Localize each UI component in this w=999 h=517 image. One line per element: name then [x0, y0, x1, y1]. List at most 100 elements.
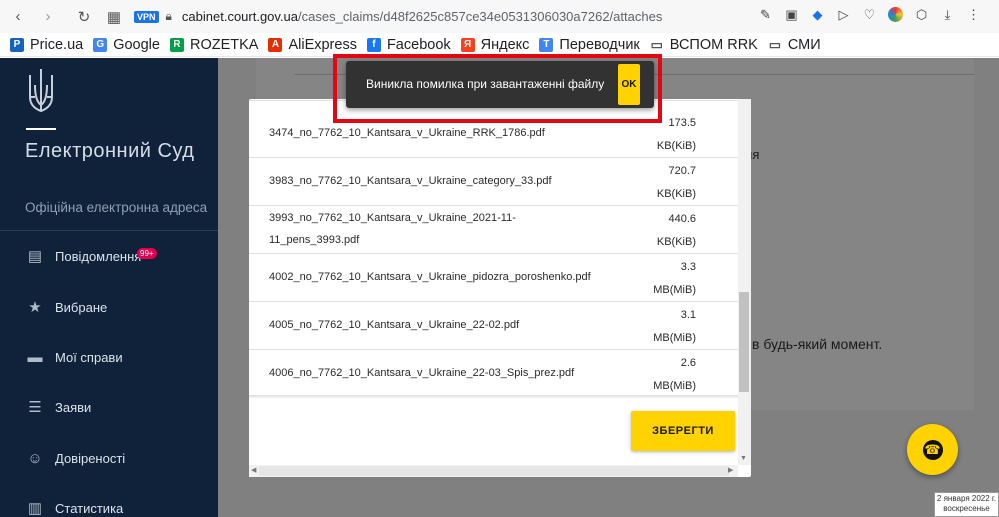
court-subtitle: Офіційна електронна адреса [25, 200, 208, 215]
camera-icon[interactable]: ▣ [784, 7, 799, 22]
list-item[interactable]: 4005_no_7762_10_Kantsara_v_Ukraine_22-02… [249, 302, 738, 350]
sidebar-item-label: Довіреності [55, 450, 126, 466]
bookmark-item[interactable]: P Price.ua [10, 37, 83, 53]
sidebar-item-label: Статистика [55, 500, 124, 516]
facebook-icon: f [366, 37, 381, 52]
bookmark-label: Google [113, 36, 160, 53]
file-name: 4006_no_7762_10_Kantsara_v_Ukraine_22-03… [269, 367, 575, 379]
bookmark-label: Переводчик [559, 36, 640, 53]
file-size: 3.3 MB(MiB) [653, 261, 696, 296]
bookmark-item[interactable]: A AliExpress [268, 37, 357, 53]
scroll-right-icon[interactable]: ▶ [728, 466, 733, 474]
sidebar-divider [0, 230, 218, 231]
sidebar-item-statistics[interactable]: ▥ Статистика [26, 497, 123, 517]
vpn-badge[interactable]: VPN [134, 10, 159, 23]
trident-logo-icon [29, 69, 53, 113]
menu-icon[interactable]: ⋮ [966, 7, 981, 22]
file-name: 4002_no_7762_10_Kantsara_v_Ukraine_pidoz… [269, 271, 591, 283]
bookmark-item[interactable]: T Переводчик [539, 36, 640, 53]
bookmark-label: СМИ [787, 36, 821, 53]
file-name: 3474_no_7762_10_Kantsara_v_Ukraine_RRK_1… [269, 127, 545, 139]
list-divider [249, 395, 738, 399]
download-icon[interactable]: ⤓ [940, 7, 955, 22]
url-path: /cases_claims/d48f2625c857ce34e053130603… [298, 9, 663, 24]
bookmark-label: Яндекс [480, 36, 530, 53]
shield-icon[interactable]: ◆ [810, 7, 825, 22]
list-item[interactable]: 4002_no_7762_10_Kantsara_v_Ukraine_pidoz… [249, 254, 738, 302]
address-bar[interactable]: cabinet.court.gov.ua/cases_claims/d48f26… [182, 9, 662, 24]
url-host: cabinet.court.gov.ua [181, 9, 299, 24]
bookmark-item[interactable]: R ROZETKA [169, 36, 259, 53]
toast-ok-button[interactable]: OK [618, 64, 640, 105]
heart-icon[interactable]: ♡ [862, 7, 877, 22]
bookmark-label: ROZETKA [189, 36, 259, 53]
lock-icon[interactable]: 🔒︎ [166, 9, 172, 24]
back-arrow-icon[interactable]: ‹ [6, 5, 30, 29]
sidebar-item-label: Мої справи [55, 349, 123, 365]
message-icon: ▤ [27, 248, 43, 265]
reload-icon[interactable]: ↻ [72, 5, 96, 29]
list-item[interactable]: 4006_no_7762_10_Kantsara_v_Ukraine_22-03… [249, 350, 738, 396]
weekday-line: воскресенье [943, 504, 990, 513]
bookmark-label: Price.ua [30, 36, 84, 53]
horizontal-scrollbar[interactable]: ◀ ▶ [249, 465, 738, 477]
date-line: 2 января 2022 г. [936, 494, 997, 503]
cube-icon[interactable]: ⬡ [914, 7, 929, 22]
rozetka-icon: R [169, 37, 184, 52]
list-item[interactable]: 3993_no_7762_10_Kantsara_v_Ukraine_2021-… [249, 206, 738, 254]
sidebar-item-my-cases[interactable]: ▬ Мої справи [26, 346, 123, 368]
scrollbar-thumb[interactable] [739, 292, 749, 392]
sidebar-item-favorites[interactable]: ★ Вибране [26, 296, 107, 318]
translate-icon: T [539, 37, 554, 52]
browser-toolbar: ‹ › ↻ ▦ VPN 🔒︎ cabinet.court.gov.ua/case… [0, 0, 999, 33]
profile-icon[interactable] [888, 7, 903, 22]
list-icon: ☰ [28, 399, 42, 416]
apps-grid-icon[interactable]: ▦ [102, 5, 126, 29]
folder-icon: ▬ [27, 348, 43, 366]
logo-divider [26, 128, 56, 130]
vertical-scrollbar[interactable]: ▼ [738, 99, 751, 465]
file-size: 2.6 MB(MiB) [653, 357, 696, 392]
toolbar-extensions: ✎ ▣ ◆ ▷ ♡ ⬡ ⤓ ⋮ [758, 7, 981, 22]
bookmark-item[interactable]: Я Яндекс [460, 36, 530, 53]
file-list: (...) 3474_no_7762_10_Kantsara_v_Ukraine… [249, 99, 738, 396]
google-icon: G [93, 37, 108, 52]
file-size: 720.7 KB(KiB) [656, 165, 696, 200]
file-name: 3993_no_7762_10_Kantsara_v_Ukraine_2021-… [269, 212, 516, 246]
sidebar-item-powers-of-attorney[interactable]: ☺ Довіреності [26, 447, 125, 469]
edit-icon[interactable]: ✎ [758, 7, 773, 22]
date-stamp: 2 января 2022 г. воскресенье [934, 492, 999, 517]
sidebar-item-label: Повідомлення [55, 248, 142, 264]
bookmark-item[interactable]: f Facebook [366, 36, 451, 53]
forward-arrow-icon[interactable]: › [36, 5, 60, 29]
bookmark-label: AliExpress [288, 36, 357, 53]
bookmark-item[interactable]: ▭ ВСПОМ RRK [650, 37, 758, 53]
sidebar-item-label: Заяви [55, 399, 92, 415]
file-name: 3983_no_7762_10_Kantsara_v_Ukraine_categ… [269, 175, 552, 187]
sidebar: Електронний Суд Офіційна електронна адре… [0, 58, 218, 517]
bookmark-label: Facebook [386, 36, 451, 53]
people-icon: ☺ [27, 449, 43, 467]
scroll-down-icon[interactable]: ▼ [740, 455, 747, 462]
sidebar-item-notifications[interactable]: ▤ Повідомлення [26, 245, 141, 267]
bookmark-label: ВСПОМ RRK [669, 36, 758, 53]
yandex-icon: Я [460, 37, 475, 52]
save-button[interactable]: ЗБЕРЕГТИ [631, 411, 735, 451]
sidebar-item-label: Вибране [55, 299, 108, 315]
send-icon[interactable]: ▷ [836, 7, 851, 22]
scroll-left-icon[interactable]: ◀ [251, 466, 256, 474]
bookmark-item[interactable]: G Google [93, 37, 160, 53]
price-icon: P [10, 37, 24, 52]
list-item[interactable]: 3983_no_7762_10_Kantsara_v_Ukraine_categ… [249, 158, 738, 206]
sidebar-item-claims[interactable]: ☰ Заяви [26, 396, 91, 418]
court-title: Електронний Суд [25, 140, 195, 162]
call-button[interactable]: ☎ [907, 424, 958, 475]
file-size: 440.6 KB(KiB) [656, 213, 696, 248]
bookmark-item[interactable]: ▭ СМИ [768, 37, 821, 53]
error-toast: Виникла помилка при завантаженні файлу O… [346, 61, 654, 108]
toast-message: Виникла помилка при завантаженні файлу [366, 77, 605, 91]
attachments-dialog: (...) 3474_no_7762_10_Kantsara_v_Ukraine… [249, 99, 751, 477]
scrollbar-thumb[interactable] [259, 466, 729, 476]
file-size: 3.1 MB(MiB) [653, 309, 696, 344]
file-name: 4005_no_7762_10_Kantsara_v_Ukraine_22-02… [269, 319, 520, 331]
